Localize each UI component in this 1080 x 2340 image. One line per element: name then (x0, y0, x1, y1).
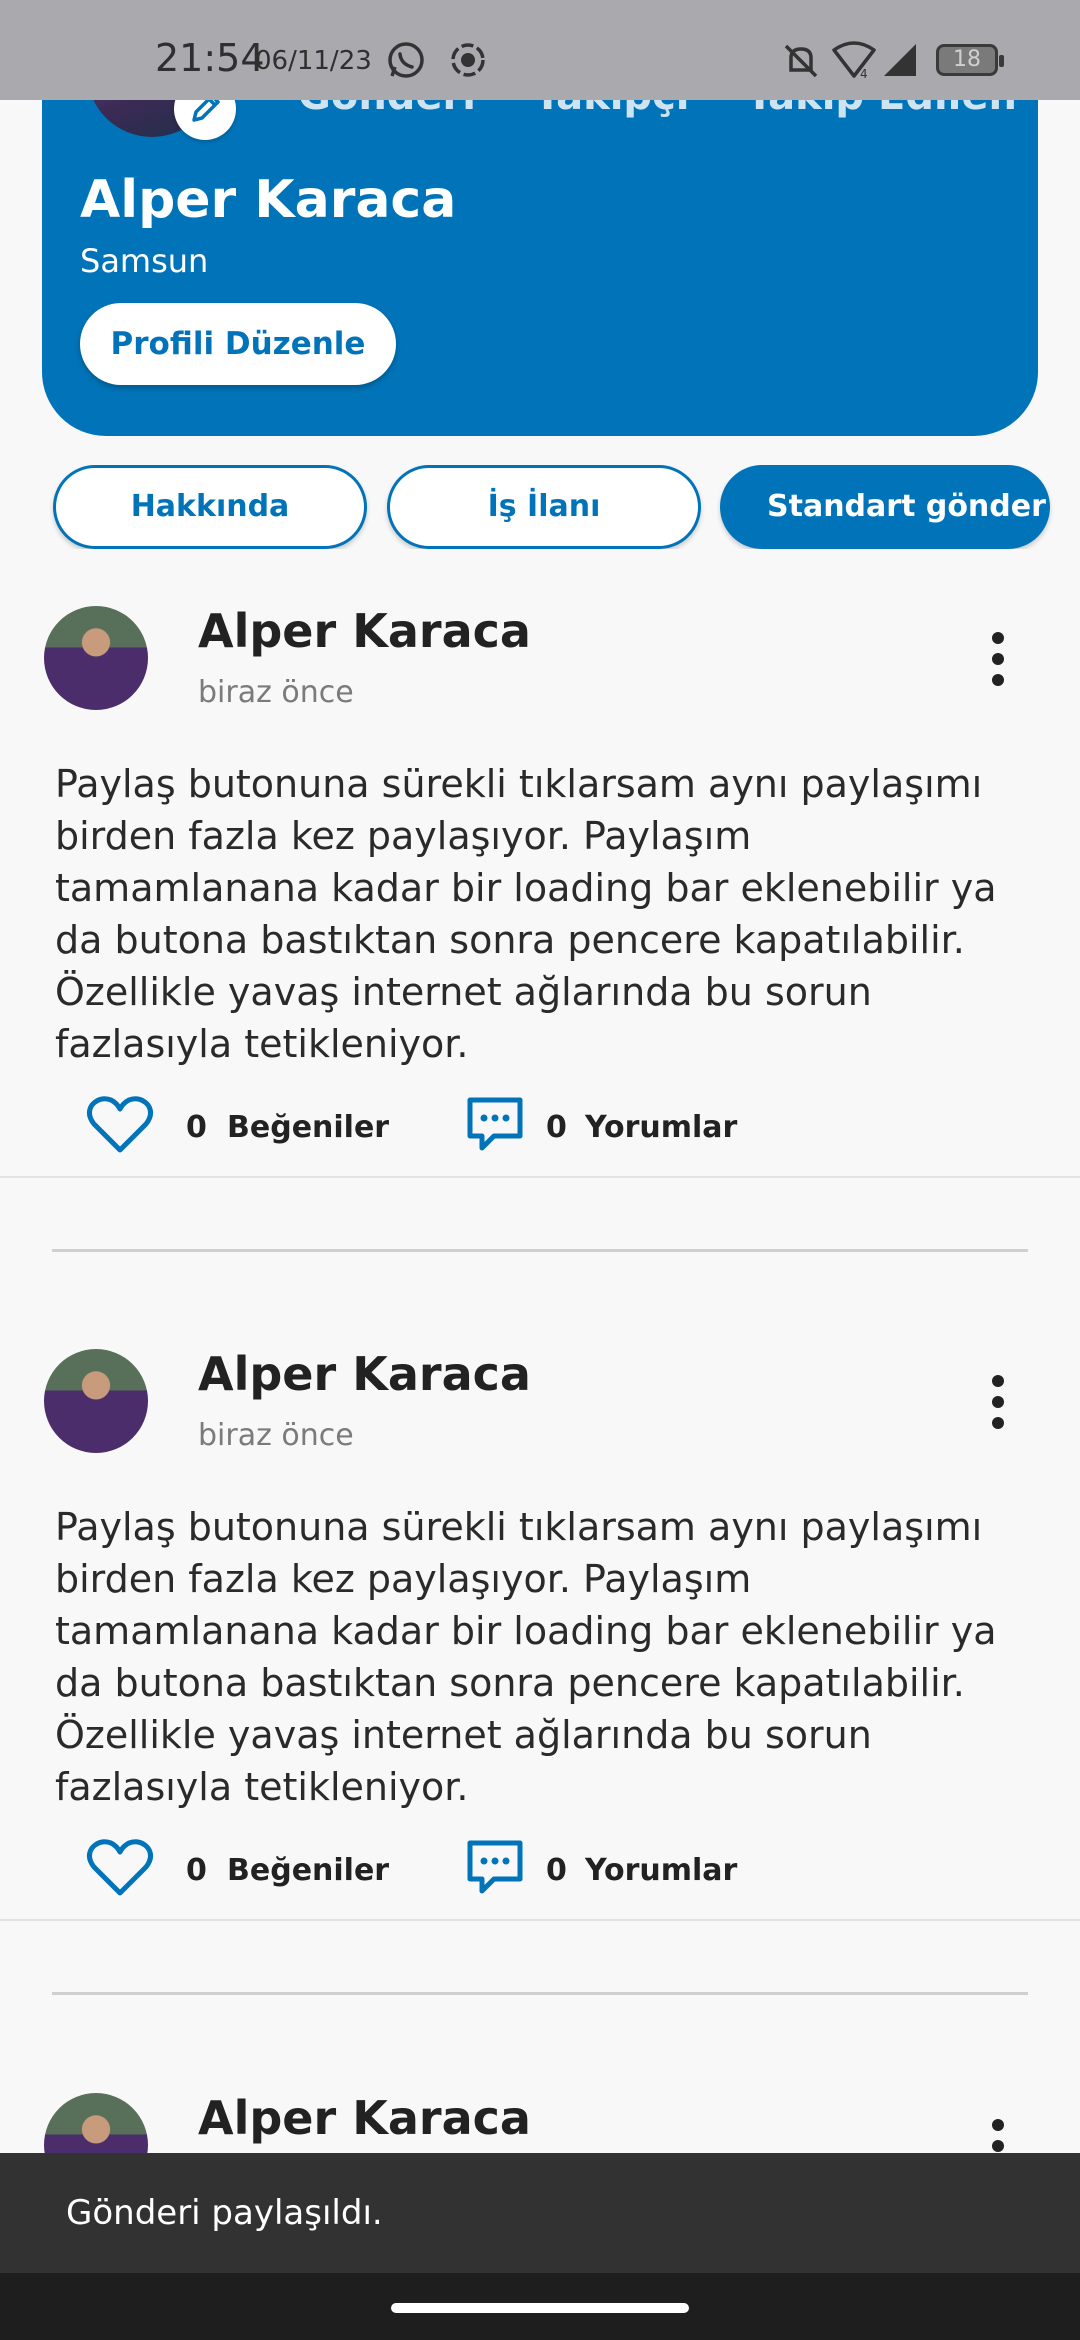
tab-standard-post[interactable]: Standart gönderi (720, 465, 1050, 549)
edit-profile-button[interactable]: Profili Düzenle (80, 303, 396, 385)
post-divider (52, 1992, 1028, 1995)
snackbar: Gönderi paylaşıldı. (0, 2153, 1080, 2273)
post-timestamp: biraz önce (198, 1418, 354, 1453)
likes-label[interactable]: Beğeniler (227, 1853, 389, 1888)
post-divider (52, 1249, 1028, 1252)
post-author-name[interactable]: Alper Karaca (198, 2091, 531, 2145)
comments-count: 0 (546, 1110, 567, 1145)
heart-icon[interactable] (86, 1837, 154, 1899)
post-actions: 0 Beğeniler 0 Yorumlar (0, 1837, 1080, 1907)
likes-label[interactable]: Beğeniler (227, 1110, 389, 1145)
system-nav-bar (0, 2273, 1080, 2340)
post-body: Paylaş butonuna sürekli tıklarsam aynı p… (55, 762, 997, 1066)
post-timestamp: biraz önce (198, 675, 354, 710)
post-body: Paylaş butonuna sürekli tıklarsam aynı p… (55, 1505, 997, 1809)
post-author-name[interactable]: Alper Karaca (198, 604, 531, 658)
comments-count: 0 (546, 1853, 567, 1888)
profile-city: Samsun (80, 242, 209, 280)
status-time: 21:54 (155, 36, 265, 80)
tab-job-posting[interactable]: İş İlanı (387, 465, 701, 549)
tab-about[interactable]: Hakkında (53, 465, 367, 549)
screen-record-icon (451, 43, 485, 77)
post-author-name[interactable]: Alper Karaca (198, 1347, 531, 1401)
profile-tabs: Hakkında İş İlanı Standart gönderi (0, 465, 1080, 549)
mute-icon (784, 44, 818, 78)
comment-icon[interactable] (464, 1094, 526, 1156)
status-date: 06/11/23 (255, 46, 372, 76)
svg-text:4: 4 (860, 67, 868, 80)
comments-label[interactable]: Yorumlar (585, 1853, 737, 1888)
wifi-icon: 4 (832, 41, 876, 80)
more-options-icon[interactable] (984, 632, 1012, 692)
snackbar-message: Gönderi paylaşıldı. (66, 2193, 383, 2233)
likes-count: 0 (186, 1110, 207, 1145)
home-gesture-handle[interactable] (391, 2303, 689, 2313)
heart-icon[interactable] (86, 1094, 154, 1156)
signal-icon (884, 44, 916, 76)
post-actions: 0 Beğeniler 0 Yorumlar (0, 1094, 1080, 1164)
post-author-avatar[interactable] (44, 1349, 148, 1453)
battery-icon: 18 (936, 44, 1004, 76)
post-author-avatar[interactable] (44, 606, 148, 710)
comment-icon[interactable] (464, 1837, 526, 1899)
likes-count: 0 (186, 1853, 207, 1888)
comments-label[interactable]: Yorumlar (585, 1110, 737, 1145)
post-bottom-rule (0, 1176, 1080, 1178)
profile-name: Alper Karaca (80, 170, 457, 230)
more-options-icon[interactable] (984, 1375, 1012, 1435)
status-bar: 21:54 06/11/23 4 18 (0, 0, 1080, 100)
post-bottom-rule (0, 1919, 1080, 1921)
whatsapp-icon (388, 42, 424, 78)
